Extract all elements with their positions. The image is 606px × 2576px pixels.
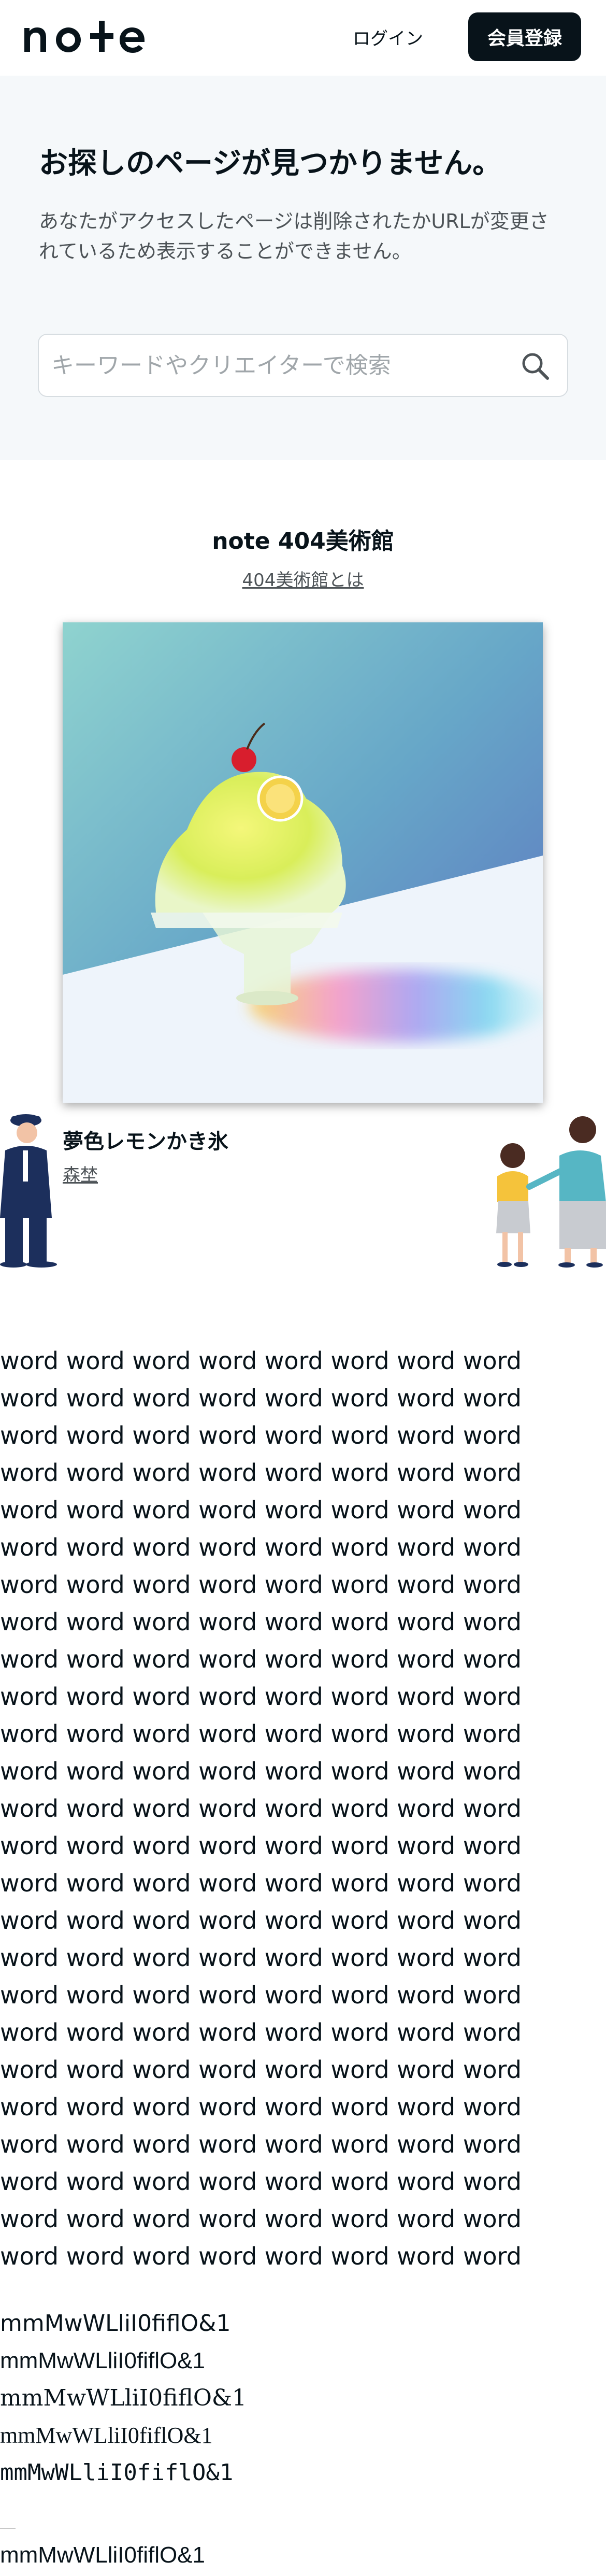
word-block: word word word word word word word word w… [0, 1342, 606, 2275]
page-title: お探しのページが見つかりません。 [39, 147, 502, 180]
word-line: word word word word word word word word [0, 1757, 522, 1785]
word-line: word word word word word word word word [0, 2056, 522, 2084]
search-box[interactable] [38, 334, 568, 397]
museum-about-link[interactable]: 404美術館とは [0, 566, 606, 591]
museum-title: note 404美術館 [212, 528, 394, 554]
word-line: word word word word word word word word [0, 2130, 522, 2158]
artwork-illustration [63, 622, 550, 1103]
word-line: word word word word word word word word [0, 2093, 522, 2121]
search-input[interactable] [51, 335, 517, 396]
word-line: word word word word word word word word [0, 1944, 522, 1972]
font-sample: mmMwWLliI0fiflO&1 [0, 2542, 206, 2568]
artwork-image[interactable] [63, 622, 550, 1103]
word-line: word word word word word word word word [0, 1645, 522, 1673]
word-line: word word word word word word word word [0, 1683, 522, 1711]
artwork-title[interactable]: 夢色レモンかき氷 [63, 1125, 228, 1155]
word-line: word word word word word word word word [0, 1533, 522, 1561]
word-line: word word word word word word word word [0, 2205, 522, 2233]
word-line: word word word word word word word word [0, 1720, 522, 1748]
not-found-description: あなたがアクセスしたページは削除されたかURLが変更されているため表示することが… [39, 210, 549, 263]
word-line: word word word word word word word word [0, 2242, 522, 2270]
search-icon[interactable] [520, 350, 551, 381]
not-found-section: お探しのページが見つかりません。 あなたがアクセスしたページは削除されたかURL… [0, 76, 606, 460]
site-header: ログイン 会員登録 [0, 0, 606, 76]
word-line: word word word word word word word word [0, 2018, 522, 2046]
visitors-illustration [496, 1116, 606, 1268]
word-line: word word word word word word word word [0, 1459, 522, 1487]
word-line: word word word word word word word word [0, 1496, 522, 1524]
word-line: word word word word word word word word [0, 1347, 522, 1375]
font-sample: mmMwWLliI0fiflO&1 [0, 2423, 213, 2448]
guard-illustration [0, 1114, 57, 1268]
note-logo[interactable] [23, 19, 179, 55]
font-sample: mmMwWLliI0fiflO&1 [0, 2348, 206, 2373]
word-line: word word word word word word word word [0, 1608, 522, 1636]
word-line: word word word word word word word word [0, 1384, 522, 1412]
artwork-author[interactable]: 森埜 [63, 1161, 98, 1186]
login-button[interactable]: ログイン [343, 19, 433, 55]
word-line: word word word word word word word word [0, 1421, 522, 1449]
word-line: word word word word word word word word [0, 2168, 522, 2196]
word-line: word word word word word word word word [0, 1795, 522, 1823]
word-line: word word word word word word word word [0, 1571, 522, 1599]
signup-button[interactable]: 会員登録 [468, 12, 581, 61]
divider [0, 2528, 16, 2529]
word-line: word word word word word word word word [0, 1832, 522, 1860]
word-line: word word word word word word word word [0, 1981, 522, 2009]
font-sample: mmMwWLliI0fiflO&1 [0, 2385, 247, 2411]
font-sample: mmMwWLliI0fiflO&1 [0, 2310, 231, 2337]
font-sample: mmMwWLliI0fiflO&1 [0, 2459, 234, 2486]
word-line: word word word word word word word word [0, 1869, 522, 1897]
word-line: word word word word word word word word [0, 1906, 522, 1934]
font-samples: mmMwWLliI0fiflO&1 mmMwWLliI0fiflO&1 mmMw… [0, 2305, 606, 2492]
